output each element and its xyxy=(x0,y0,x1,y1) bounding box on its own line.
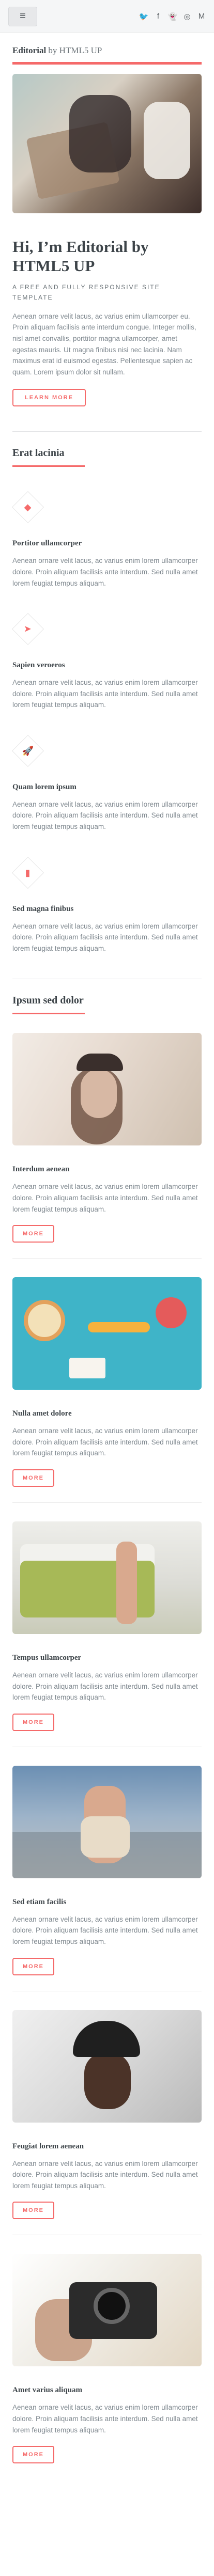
post-item: Interdum aenean Aenean ornare velit lacu… xyxy=(12,1033,202,1259)
feature-text: Aenean ornare velit lacus, ac varius eni… xyxy=(12,922,198,952)
page-content: Editorial by HTML5 UP Hi, I’m Editorial … xyxy=(0,33,214,2494)
post-image[interactable] xyxy=(12,2009,202,2123)
section-divider xyxy=(12,431,202,432)
header-rule xyxy=(12,62,202,65)
more-button[interactable]: MORE xyxy=(12,1713,54,1731)
post-text: Aenean ornare velit lacus, ac varius eni… xyxy=(12,1671,198,1702)
section-underline xyxy=(12,1013,85,1015)
feature-item: ➤ Sapien veroeros Aenean ornare velit la… xyxy=(11,612,202,711)
social-links: 🐦 f 👻 ◎ M xyxy=(139,12,206,21)
post-text: Aenean ornare velit lacus, ac varius eni… xyxy=(12,1183,198,1213)
post-image[interactable] xyxy=(12,1521,202,1634)
post-image[interactable] xyxy=(12,2254,202,2367)
twitter-icon[interactable]: 🐦 xyxy=(139,12,149,21)
gem-icon: ◆ xyxy=(24,501,32,512)
post-title[interactable]: Sed etiam facilis xyxy=(12,1898,202,1907)
post-title[interactable]: Interdum aenean xyxy=(12,1165,202,1174)
feature-title: Sed magna finibus xyxy=(12,904,74,913)
more-button[interactable]: MORE xyxy=(12,1469,54,1487)
post-image[interactable] xyxy=(12,1033,202,1146)
post-separator xyxy=(12,1502,202,1503)
hero-image-shape xyxy=(144,102,191,179)
hero-image-shape xyxy=(69,95,131,172)
hero-subtitle: A FREE AND FULLY RESPONSIVE SITE TEMPLAT… xyxy=(12,284,160,301)
section-underline xyxy=(12,465,85,467)
post-item: Tempus ullamcorper Aenean ornare velit l… xyxy=(12,1521,202,1747)
feature-icon-wrap: ◆ xyxy=(11,491,44,524)
feature-icon-wrap: ➤ xyxy=(11,612,44,646)
topbar: ≡ 🐦 f 👻 ◎ M xyxy=(0,0,214,33)
post-title[interactable]: Amet varius aliquam xyxy=(12,2386,202,2395)
medium-icon[interactable]: M xyxy=(197,12,206,21)
feature-item: 🚀 Quam lorem ipsum Aenean ornare velit l… xyxy=(11,734,202,833)
hero-text: Aenean ornare velit lacus, ac varius eni… xyxy=(12,312,196,376)
feature-icon-frame: ➤ xyxy=(11,612,44,646)
logo-title: Editorial xyxy=(12,45,47,55)
feature-icon-frame: ◆ xyxy=(11,491,44,524)
hamburger-icon: ≡ xyxy=(20,10,26,22)
posts-section: Ipsum sed dolor Interdum aenean Aenean o… xyxy=(12,995,202,2464)
feature-icon-frame: ▮ xyxy=(11,856,44,889)
hero-title: Hi, I’m Editorial by HTML5 UP xyxy=(12,238,149,275)
feature-text: Aenean ornare velit lacus, ac varius eni… xyxy=(12,557,198,587)
post-title[interactable]: Feugiat lorem aenean xyxy=(12,2142,202,2151)
feature-icon-wrap: 🚀 xyxy=(11,734,44,767)
post-title[interactable]: Tempus ullamcorper xyxy=(12,1654,202,1662)
instagram-icon[interactable]: ◎ xyxy=(183,12,191,21)
hero-section: Hi, I’m Editorial by HTML5 UP A FREE AND… xyxy=(12,74,202,407)
more-button[interactable]: MORE xyxy=(12,2202,54,2220)
facebook-icon[interactable]: f xyxy=(154,12,162,21)
logo-byline: by HTML5 UP xyxy=(48,45,102,55)
feature-icon-wrap: ▮ xyxy=(11,856,44,889)
post-item: Sed etiam facilis Aenean ornare velit la… xyxy=(12,1765,202,1991)
signal-icon: ▮ xyxy=(25,867,30,878)
feature-title: Quam lorem ipsum xyxy=(12,782,77,791)
paper-plane-icon: ➤ xyxy=(24,623,32,634)
hero-image xyxy=(12,74,202,213)
post-image[interactable] xyxy=(12,1277,202,1390)
more-button[interactable]: MORE xyxy=(12,1957,54,1975)
feature-icon-frame: 🚀 xyxy=(11,734,44,767)
post-title[interactable]: Nulla amet dolore xyxy=(12,1409,202,1418)
feature-title: Portitor ullamcorper xyxy=(12,539,82,548)
post-item: Amet varius aliquam Aenean ornare velit … xyxy=(12,2254,202,2464)
posts-title: Ipsum sed dolor xyxy=(12,995,84,1007)
feature-item: ◆ Portitor ullamcorper Aenean ornare vel… xyxy=(11,491,202,589)
feature-title: Sapien veroeros xyxy=(12,661,65,670)
menu-toggle-button[interactable]: ≡ xyxy=(8,6,37,26)
rocket-icon: 🚀 xyxy=(22,745,34,756)
bottom-spacer xyxy=(12,2463,202,2494)
more-button[interactable]: MORE xyxy=(12,1225,54,1243)
post-text: Aenean ornare velit lacus, ac varius eni… xyxy=(12,2404,198,2434)
post-image[interactable] xyxy=(12,1765,202,1878)
learn-more-button[interactable]: LEARN MORE xyxy=(12,389,86,407)
feature-text: Aenean ornare velit lacus, ac varius eni… xyxy=(12,679,198,709)
snapchat-icon[interactable]: 👻 xyxy=(168,12,178,21)
features-section: Erat lacinia ◆ Portitor ullamcorper Aene… xyxy=(11,447,202,954)
more-button[interactable]: MORE xyxy=(12,2446,54,2464)
post-item: Nulla amet dolore Aenean ornare velit la… xyxy=(12,1277,202,1503)
post-separator xyxy=(12,1258,202,1259)
post-text: Aenean ornare velit lacus, ac varius eni… xyxy=(12,2159,198,2190)
feature-text: Aenean ornare velit lacus, ac varius eni… xyxy=(12,800,198,831)
feature-item: ▮ Sed magna finibus Aenean ornare velit … xyxy=(11,856,202,954)
features-title: Erat lacinia xyxy=(12,447,65,459)
post-text: Aenean ornare velit lacus, ac varius eni… xyxy=(12,1915,198,1945)
post-text: Aenean ornare velit lacus, ac varius eni… xyxy=(12,1427,198,1457)
post-item: Feugiat lorem aenean Aenean ornare velit… xyxy=(12,2009,202,2236)
site-logo[interactable]: Editorial by HTML5 UP xyxy=(12,33,202,62)
